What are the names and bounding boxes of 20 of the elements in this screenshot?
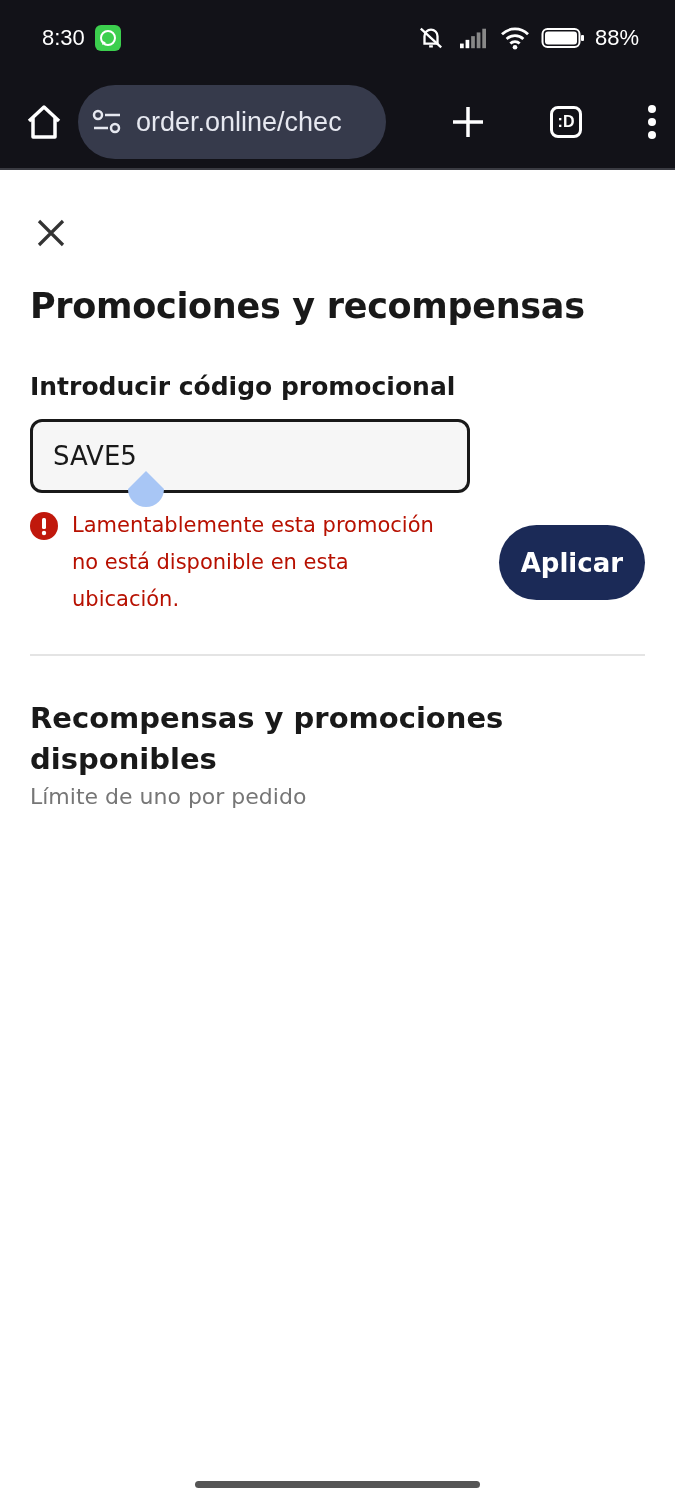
- battery-icon: [540, 25, 585, 51]
- wifi-icon: [498, 25, 531, 51]
- url-text: order.online/chec: [136, 106, 342, 138]
- apply-button[interactable]: Aplicar: [498, 525, 645, 600]
- site-settings-icon: [92, 109, 122, 135]
- sheet-title: Promociones y recompensas: [30, 286, 586, 326]
- chat-app-icon: [94, 25, 121, 51]
- new-tab-icon[interactable]: [451, 105, 485, 139]
- error-message: Lamentablemente esta promoción no está disponible en esta ubicación.: [72, 512, 435, 613]
- tab-switcher[interactable]: :D: [550, 106, 582, 138]
- address-bar[interactable]: order.online/chec: [78, 85, 386, 159]
- section-title: Recompensas y promociones disponibles: [30, 700, 505, 778]
- close-icon[interactable]: [36, 218, 66, 248]
- status-time: 8:30: [42, 25, 85, 51]
- battery-level: 88%: [594, 25, 639, 51]
- error-icon: [30, 512, 58, 540]
- field-label: Introducir código promocional: [30, 372, 457, 401]
- promo-code-field[interactable]: SAVE5: [30, 419, 470, 493]
- more-menu-icon[interactable]: [647, 104, 657, 140]
- section-subtitle: Límite de uno por pedido: [30, 784, 308, 809]
